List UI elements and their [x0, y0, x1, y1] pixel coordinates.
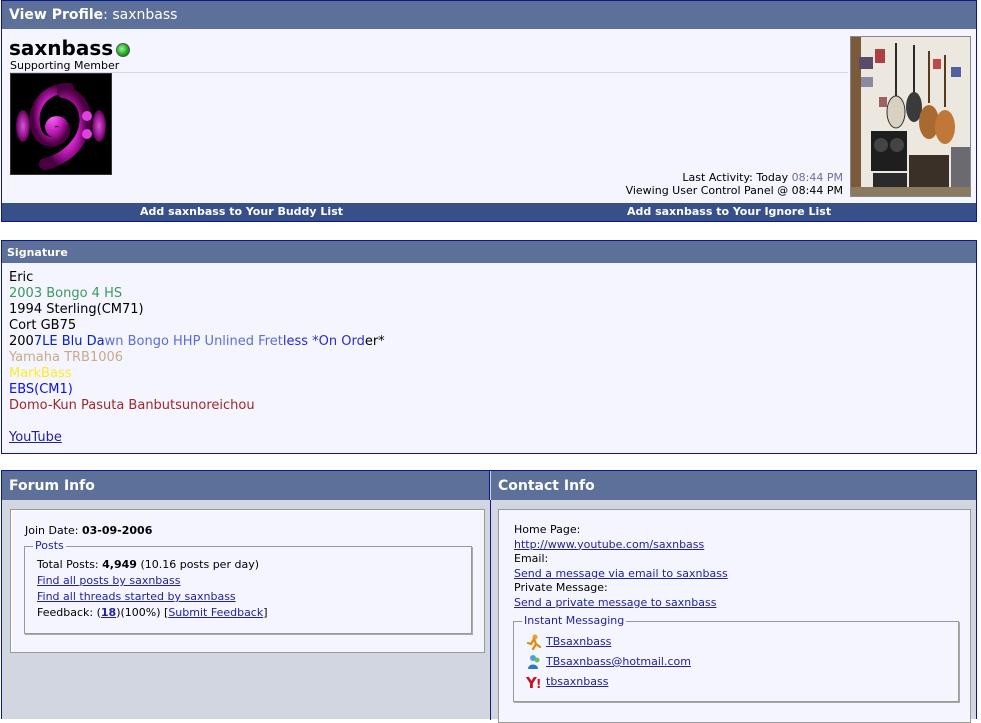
profile-footer: Add saxnbass to Your Buddy List Add saxn… [2, 203, 976, 221]
posts-per-day: (10.16 posts per day) [140, 558, 259, 571]
feedback-close: ] [263, 606, 268, 619]
signature-body: Eric 2003 Bongo 4 HS 1994 Sterling(CM71)… [9, 270, 385, 446]
profile-panel: View Profile: saxnbass saxnbass Supporti… [1, 0, 977, 222]
signature-text: er* [364, 334, 385, 349]
aim-icon [526, 634, 542, 651]
current-location: Viewing User Control Panel @ 08:44 PM [625, 184, 843, 197]
yahoo-handle-link[interactable]: tbsaxnbass [546, 675, 608, 688]
signature-line: Cort GB75 [9, 318, 77, 333]
svg-text:!: ! [536, 677, 541, 690]
home-page-label: Home Page: [514, 523, 581, 536]
signature-text: 7LE Blu Da [33, 334, 105, 349]
join-date-value: 03-09-2006 [82, 524, 153, 537]
email-link[interactable]: Send a message via email to saxnbass [514, 567, 728, 580]
signature-line: YouTube [9, 430, 385, 446]
signature-line: 2003 Bongo 4 HS [9, 286, 123, 301]
last-activity: Last Activity: Today 08:44 PM [682, 171, 843, 184]
youtube-link[interactable]: YouTube [9, 430, 62, 445]
online-status-icon [116, 43, 130, 57]
forum-info-panel: Join Date: 03-09-2006 Posts Total Posts:… [10, 509, 485, 653]
join-date: Join Date: 03-09-2006 [25, 524, 152, 537]
last-activity-label: Last Activity: Today [682, 171, 789, 184]
signature-text: 200 [9, 334, 34, 349]
signature-line: MarkBass [9, 366, 72, 381]
signature-line: EBS(CM1) [9, 382, 73, 397]
signature-spacer [9, 414, 385, 430]
aim-handle-link[interactable]: TBsaxnbass [546, 635, 611, 648]
feedback-label: Feedback: ( [37, 606, 101, 619]
signature-text: less *On Ord [282, 334, 365, 349]
find-threads-link[interactable]: Find all threads started by saxnbass [37, 590, 236, 603]
posts-fieldset: Posts Total Posts: 4,949 (10.16 posts pe… [24, 539, 472, 634]
msn-handle-link[interactable]: TBsaxnbass@hotmail.com [546, 655, 691, 668]
signature-header: Signature [2, 241, 976, 263]
header-separator: : [103, 7, 108, 23]
profile-header: View Profile: saxnbass [2, 1, 976, 29]
yahoo-icon: Y! [525, 674, 542, 692]
total-posts-value: 4,949 [102, 558, 137, 571]
signature-line: 2007LE Blu Dawn Bongo HHP Unlined Fretle… [9, 334, 385, 350]
last-activity-time: 08:44 PM [791, 171, 843, 184]
home-page-link[interactable]: http://www.youtube.com/saxnbass [514, 538, 704, 551]
contact-body: Home Page: http://www.youtube.com/saxnba… [514, 523, 728, 611]
profile-photo [850, 36, 971, 197]
email-label: Email: [514, 552, 549, 566]
contact-info-panel: Home Page: http://www.youtube.com/saxnba… [498, 509, 971, 723]
feedback-count-link[interactable]: 18 [101, 606, 116, 619]
private-message-link[interactable]: Send a private message to saxnbass [514, 596, 716, 609]
add-buddy-link[interactable]: Add saxnbass to Your Buddy List [140, 203, 343, 221]
forum-info-header: Forum Info [2, 471, 490, 500]
feedback-percent: )(100%) [ [116, 606, 169, 619]
im-row-aim: TBsaxnbass [526, 632, 611, 652]
total-posts: Total Posts: 4,949 (10.16 posts per day) [37, 557, 268, 573]
total-posts-label: Total Posts: [37, 558, 99, 571]
posts-body: Total Posts: 4,949 (10.16 posts per day)… [37, 557, 268, 621]
view-profile-label: View Profile [9, 7, 104, 23]
msn-icon [526, 654, 542, 670]
signature-text: wn Bongo HHP Unlined Fret [104, 334, 283, 349]
username: saxnbass [9, 36, 114, 60]
private-message-label: Private Message: [514, 581, 608, 595]
posts-legend: Posts [33, 539, 66, 552]
avatar [10, 73, 112, 175]
signature-panel: Signature Eric 2003 Bongo 4 HS 1994 Ster… [1, 240, 977, 454]
instant-messaging-legend: Instant Messaging [522, 614, 627, 627]
im-row-yahoo: Y! tbsaxnbass [525, 672, 608, 692]
header-username: saxnbass [112, 7, 178, 23]
signature-line: Yamaha TRB1006 [9, 350, 124, 365]
join-date-label: Join Date: [25, 524, 79, 537]
instant-messaging-fieldset: Instant Messaging TBsaxnbass TBsaxnbass@… [513, 614, 959, 702]
signature-line: Eric [9, 270, 34, 285]
signature-line: Domo-Kun Pasuta Banbutsunoreichou [9, 398, 255, 413]
contact-info-header: Contact Info [491, 471, 976, 500]
signature-line: 1994 Sterling(CM71) [9, 302, 144, 317]
column-divider [490, 500, 491, 720]
submit-feedback-link[interactable]: Submit Feedback [168, 606, 263, 619]
user-title: Supporting Member [10, 59, 120, 72]
add-ignore-link[interactable]: Add saxnbass to Your Ignore List [627, 203, 831, 221]
info-section: Forum Info Contact Info Join Date: 03-09… [1, 470, 977, 723]
feedback: Feedback: (18)(100%) [Submit Feedback] [37, 605, 268, 621]
find-posts-link[interactable]: Find all posts by saxnbass [37, 574, 181, 587]
im-row-msn: TBsaxnbass@hotmail.com [526, 652, 691, 672]
divider [10, 72, 848, 73]
